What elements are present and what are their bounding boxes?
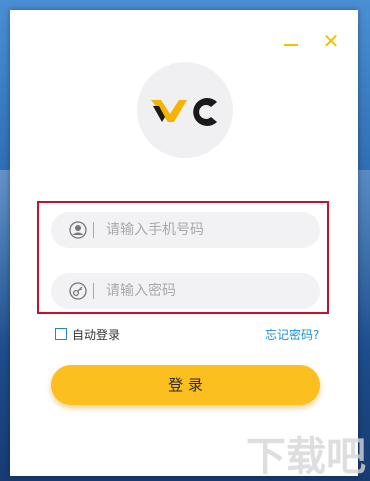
watermark-logo: 下载吧 — [246, 434, 366, 480]
minimize-button[interactable] — [282, 32, 300, 50]
svg-text:下载吧: 下载吧 — [246, 434, 366, 480]
auto-login-checkbox[interactable] — [55, 328, 67, 340]
app-logo — [137, 62, 233, 158]
auto-login[interactable]: 自动登录 — [55, 326, 120, 342]
forgot-password-link[interactable]: 忘记密码? — [265, 326, 319, 343]
login-button[interactable]: 登 录 — [51, 365, 320, 405]
password-placeholder: 请输入密码 — [106, 283, 176, 299]
user-icon — [69, 221, 87, 239]
phone-field[interactable]: 请输入手机号码 — [51, 212, 320, 248]
yc-logo-icon — [151, 98, 217, 127]
auto-login-label: 自动登录 — [72, 327, 121, 342]
password-field[interactable]: 请输入密码 — [51, 273, 320, 309]
login-dialog: ✕ 请输入手机号码 请输入密码 自动登录 忘记密码? 登 录 下载吧 — [10, 10, 366, 480]
field-separator — [93, 283, 94, 299]
close-button[interactable]: ✕ — [322, 31, 340, 51]
phone-placeholder: 请输入手机号码 — [106, 222, 204, 238]
key-icon — [69, 282, 87, 300]
field-separator — [93, 222, 94, 238]
